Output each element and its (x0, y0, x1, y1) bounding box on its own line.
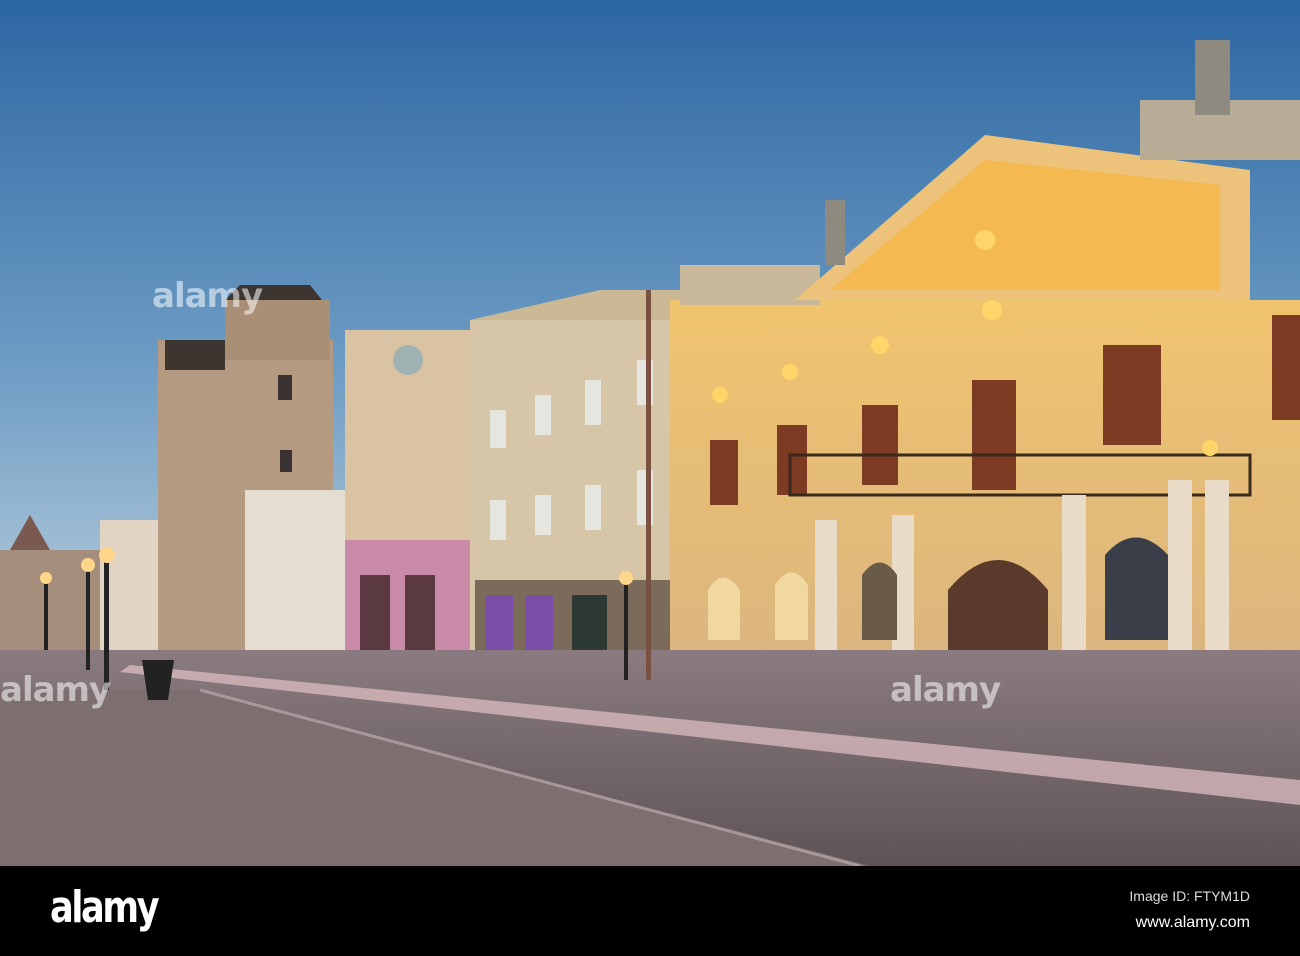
website-link[interactable]: www.alamy.com (1136, 914, 1250, 932)
watermark-text: alamy (890, 670, 1001, 710)
footer-bar: alamy Image ID: FTYM1D www.alamy.com (0, 866, 1300, 956)
stock-photo: alamy alamy alamy alamy Image ID: FTYM1D… (0, 0, 1300, 956)
photo-scene (0, 0, 1300, 866)
watermark-text: alamy (0, 670, 111, 710)
cobblestone-street (0, 650, 1300, 866)
art-nouveau-building (345, 330, 470, 650)
white-house (245, 490, 350, 650)
alamy-logo: alamy (50, 882, 160, 933)
watermark-text: alamy (152, 276, 263, 316)
image-id: Image ID: FTYM1D (1129, 888, 1250, 904)
